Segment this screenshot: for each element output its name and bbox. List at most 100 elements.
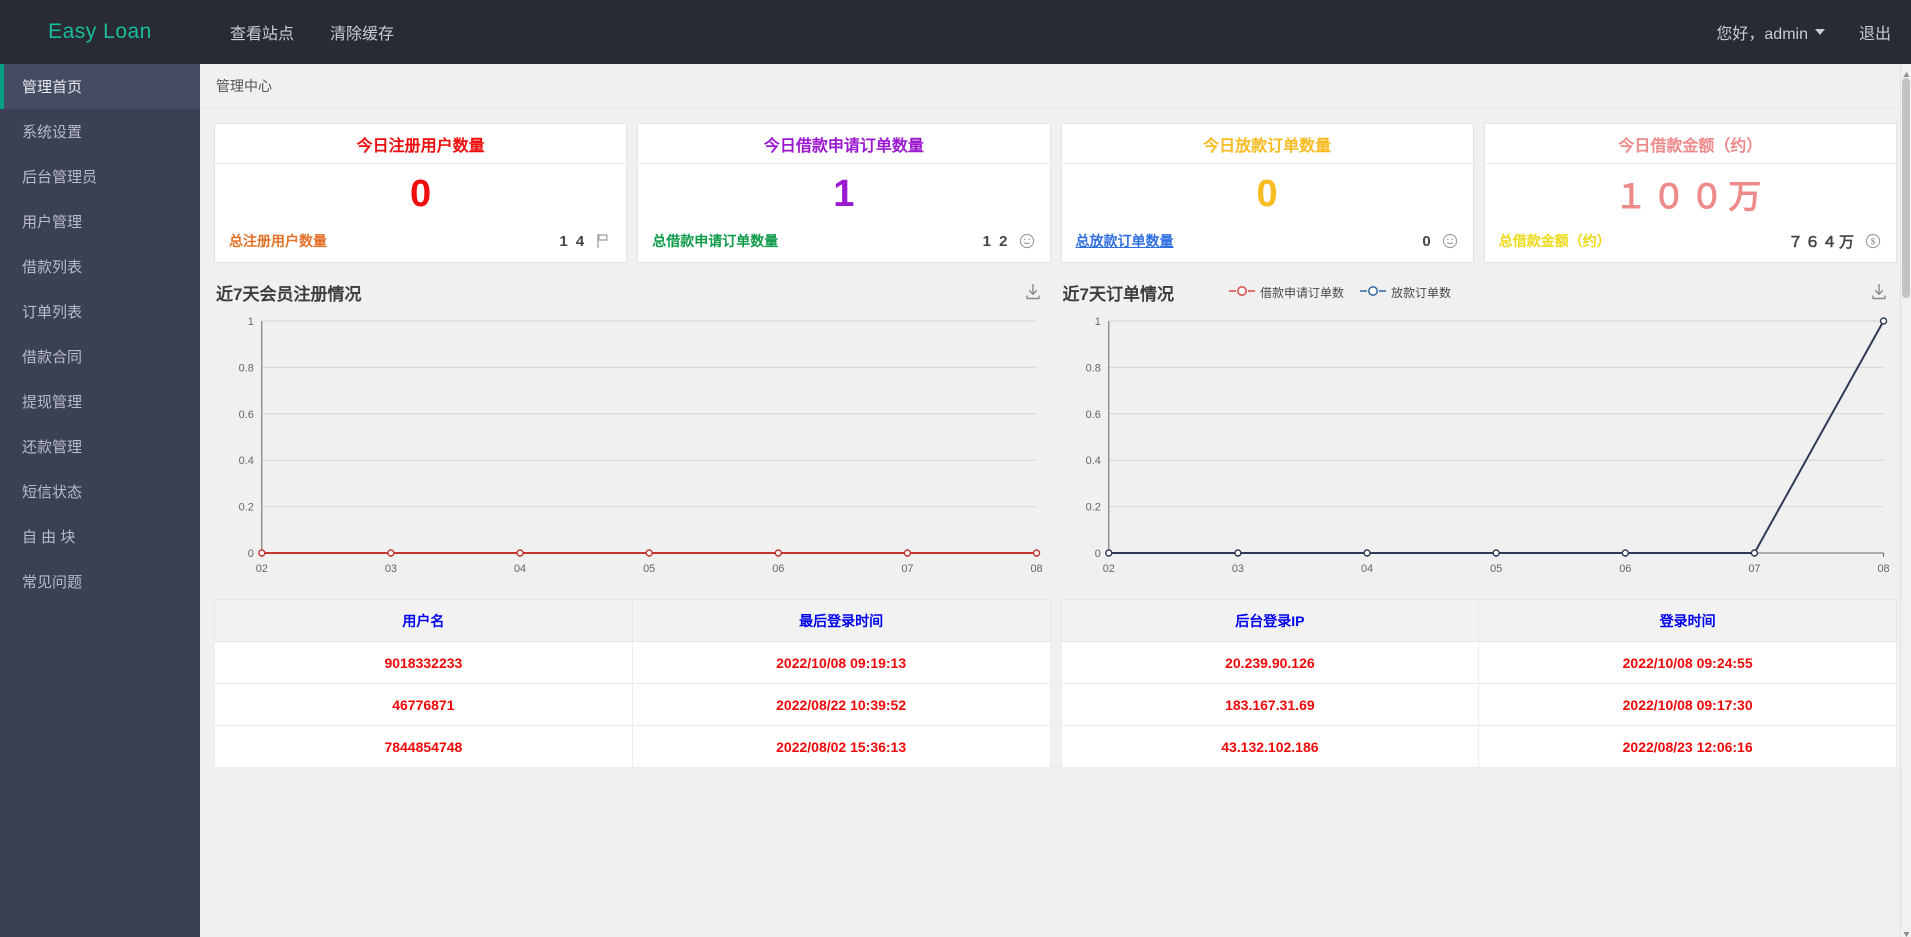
svg-text:0.4: 0.4 xyxy=(239,455,254,467)
sidebar-item-free-block[interactable]: 自 由 块 xyxy=(0,514,200,559)
sidebar-item-user-management[interactable]: 用户管理 xyxy=(0,199,200,244)
card-footer-right: 0 xyxy=(1422,233,1458,250)
chart-canvas-member-registration[interactable]: 0 0.2 0.4 0.6 0.8 1 02 03 04 05 06 07 08 xyxy=(214,309,1051,589)
sidebar-item-label: 管理首页 xyxy=(22,79,83,96)
card-footer-value: 1 4 xyxy=(559,232,587,250)
column-header-admin-login-ip[interactable]: 后台登录IP xyxy=(1060,599,1480,642)
panel-title: 近7天订单情况 xyxy=(1062,284,1174,304)
sidebar-item-order-list[interactable]: 订单列表 xyxy=(0,289,200,334)
table-row[interactable]: 20.239.90.126 2022/10/08 09:24:55 xyxy=(1060,641,1897,684)
flag-icon xyxy=(595,233,612,250)
card-title: 今日注册用户数量 xyxy=(215,124,627,164)
sidebar-item-label: 自 由 块 xyxy=(22,529,76,546)
data-table: 后台登录IP 登录时间 20.239.90.126 2022/10/08 09:… xyxy=(1060,599,1897,768)
panel-header: 近7天会员注册情况 xyxy=(214,275,1051,309)
table-recent-admin-logins: 后台登录IP 登录时间 20.239.90.126 2022/10/08 09:… xyxy=(1060,599,1897,768)
user-menu[interactable]: 您好，admin xyxy=(1716,20,1825,44)
legend-label: 放款订单数 xyxy=(1390,285,1451,300)
sidebar-item-withdraw-management[interactable]: 提现管理 xyxy=(0,379,200,424)
scroll-up-arrow-icon[interactable] xyxy=(1902,66,1911,77)
sidebar-item-faq[interactable]: 常见问题 xyxy=(0,559,200,604)
dollar-icon: $ xyxy=(1865,233,1882,250)
table-header-row: 后台登录IP 登录时间 xyxy=(1060,599,1897,642)
logout-button[interactable]: 退出 xyxy=(1859,20,1891,44)
sidebar-item-system-settings[interactable]: 系统设置 xyxy=(0,109,200,154)
cell-admin-login-ip: 43.132.102.186 xyxy=(1060,725,1480,768)
card-footer-value: ７６４万 xyxy=(1787,233,1856,251)
sidebar-item-sms-status[interactable]: 短信状态 xyxy=(0,469,200,514)
cell-login-time: 2022/10/08 09:17:30 xyxy=(1478,683,1897,726)
table-row[interactable]: 46776871 2022/08/22 10:39:52 xyxy=(214,683,1051,726)
column-header-username[interactable]: 用户名 xyxy=(214,599,633,642)
sidebar-item-repayment-management[interactable]: 还款管理 xyxy=(0,424,200,469)
line-chart-svg: 0 0.2 0.4 0.6 0.8 1 02 03 04 05 06 07 08 xyxy=(239,316,1043,575)
card-title: 今日借款金额（约） xyxy=(1484,124,1896,164)
scroll-down-arrow-icon[interactable] xyxy=(1902,926,1911,937)
sidebar-item-admin-users[interactable]: 后台管理员 xyxy=(0,154,200,199)
svg-text:06: 06 xyxy=(1619,563,1631,575)
sidebar-item-label: 还款管理 xyxy=(22,439,83,456)
vertical-scrollbar[interactable] xyxy=(1900,64,1911,937)
column-header-last-login-time[interactable]: 最后登录时间 xyxy=(631,599,1051,642)
table-row[interactable]: 43.132.102.186 2022/08/23 12:06:16 xyxy=(1060,725,1897,768)
page-body: 管理首页 系统设置 后台管理员 用户管理 借款列表 订单列表 借款合同 提现管理… xyxy=(0,64,1911,937)
cell-username: 46776871 xyxy=(214,683,633,726)
svg-text:0: 0 xyxy=(248,548,254,560)
chart-legend: 借款申请订单数 放款订单数 xyxy=(1228,284,1451,301)
download-icon[interactable] xyxy=(1869,282,1889,307)
dashboard-scroll-area[interactable]: 今日注册用户数量 0 总注册用户数量 1 4 今日借款申请订单数量 1 总借款申… xyxy=(200,109,1911,937)
table-row[interactable]: 7844854748 2022/08/02 15:36:13 xyxy=(214,725,1051,768)
sidebar-item-label: 系统设置 xyxy=(22,124,83,141)
brand-logo[interactable]: Easy Loan xyxy=(0,20,200,44)
chart-canvas-order-trend[interactable]: 0 0.2 0.4 0.6 0.8 1 02 03 04 05 06 07 08 xyxy=(1061,309,1898,589)
svg-text:04: 04 xyxy=(514,563,526,575)
download-icon[interactable] xyxy=(1023,282,1043,307)
svg-text:06: 06 xyxy=(772,563,784,575)
svg-text:04: 04 xyxy=(1360,563,1372,575)
top-navigation-bar: Easy Loan 查看站点 清除缓存 您好，admin 退出 xyxy=(0,0,1911,64)
card-value: 0 xyxy=(410,172,432,215)
cell-username: 9018332233 xyxy=(214,641,633,684)
breadcrumb-label: 管理中心 xyxy=(216,78,272,94)
card-footer: 总借款金额（约） ７６４万 $ xyxy=(1485,224,1896,262)
card-footer-label[interactable]: 总放款订单数量 xyxy=(1076,231,1174,251)
sidebar-item-dashboard[interactable]: 管理首页 xyxy=(0,64,200,109)
cell-admin-login-ip: 20.239.90.126 xyxy=(1060,641,1480,684)
card-footer-label[interactable]: 总借款金额（约） xyxy=(1499,231,1611,251)
card-footer-label[interactable]: 总借款申请订单数量 xyxy=(652,231,778,251)
svg-text:$: $ xyxy=(1871,236,1876,246)
sidebar-item-loan-list[interactable]: 借款列表 xyxy=(0,244,200,289)
svg-text:02: 02 xyxy=(256,563,268,575)
chevron-down-icon xyxy=(1814,29,1825,35)
sidebar-item-label: 用户管理 xyxy=(22,214,83,231)
user-greeting: 您好，admin xyxy=(1716,26,1808,43)
legend-marker-circle-icon xyxy=(1228,285,1255,300)
sidebar-item-loan-contract[interactable]: 借款合同 xyxy=(0,334,200,379)
card-footer-right: 1 2 xyxy=(983,233,1036,250)
table-row[interactable]: 183.167.31.69 2022/10/08 09:17:30 xyxy=(1060,683,1897,726)
data-table: 用户名 最后登录时间 9018332233 2022/10/08 09:19:1… xyxy=(214,599,1051,768)
svg-text:03: 03 xyxy=(385,563,397,575)
sidebar-item-label: 提现管理 xyxy=(22,394,83,411)
legend-item-disbursed-orders[interactable]: 放款订单数 xyxy=(1359,284,1451,301)
cell-login-time: 2022/10/08 09:24:55 xyxy=(1478,641,1897,684)
svg-text:03: 03 xyxy=(1231,563,1243,575)
table-row[interactable]: 9018332233 2022/10/08 09:19:13 xyxy=(214,641,1051,684)
cell-last-login-time: 2022/08/02 15:36:13 xyxy=(631,725,1051,768)
svg-text:0.2: 0.2 xyxy=(239,502,254,514)
table-header-row: 用户名 最后登录时间 xyxy=(214,599,1051,642)
card-footer-label[interactable]: 总注册用户数量 xyxy=(229,231,327,251)
table-row: 用户名 最后登录时间 9018332233 2022/10/08 09:19:1… xyxy=(214,599,1897,768)
card-footer: 总注册用户数量 1 4 xyxy=(215,224,626,262)
stat-card-today-registered-users: 今日注册用户数量 0 总注册用户数量 1 4 xyxy=(214,123,628,263)
svg-text:08: 08 xyxy=(1030,563,1042,575)
svg-text:1: 1 xyxy=(248,316,254,328)
top-right-user-area: 您好，admin 退出 xyxy=(1716,0,1891,64)
column-header-login-time[interactable]: 登录时间 xyxy=(1478,599,1897,642)
topnav-clear-cache[interactable]: 清除缓存 xyxy=(330,20,394,44)
scrollbar-thumb[interactable] xyxy=(1902,78,1910,298)
card-value: 0 xyxy=(1256,172,1278,215)
legend-item-loan-applications[interactable]: 借款申请订单数 xyxy=(1228,284,1344,301)
legend-marker-circle-icon xyxy=(1359,285,1386,300)
topnav-view-site[interactable]: 查看站点 xyxy=(230,20,294,44)
